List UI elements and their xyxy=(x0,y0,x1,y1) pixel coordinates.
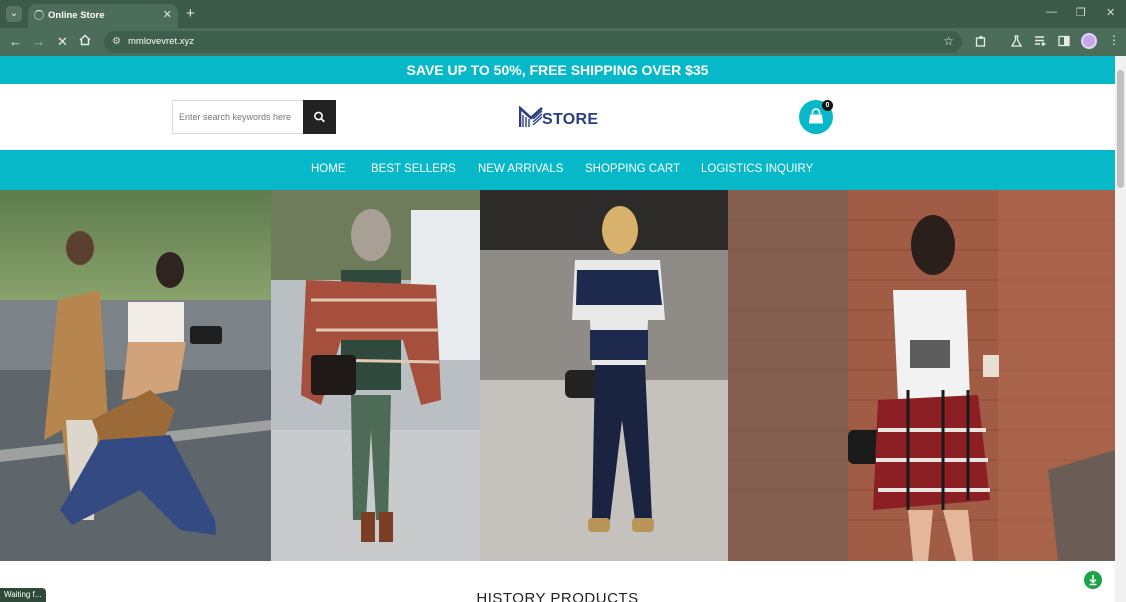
browser-tab-strip: ⌄ Online Store ✕ + — ❐ ✕ xyxy=(0,0,1126,28)
hero-banner[interactable] xyxy=(0,190,1115,561)
search-icon xyxy=(314,111,325,123)
hero-photo-brick-wall xyxy=(728,190,1115,561)
minimize-icon[interactable]: — xyxy=(1046,6,1057,18)
promo-banner: SAVE UP TO 50%, FREE SHIPPING OVER $35 xyxy=(0,56,1115,84)
main-navigation: HOME BEST SELLERS NEW ARRIVALS SHOPPING … xyxy=(0,150,1115,190)
close-icon[interactable]: ✕ xyxy=(163,8,172,21)
nav-item-best-sellers[interactable]: BEST SELLERS xyxy=(371,163,456,175)
back-arrow-icon[interactable]: ← xyxy=(9,34,22,50)
nav-item-home[interactable]: HOME xyxy=(311,163,346,175)
window-close-icon[interactable]: ✕ xyxy=(1106,6,1115,19)
nav-item-new-arrivals[interactable]: NEW ARRIVALS xyxy=(478,163,563,175)
browser-toolbar: ← → ✕ ⚙ mmlovevret.xyz ☆ ⋮ xyxy=(0,28,1126,56)
tab-title: Online Store xyxy=(48,10,105,21)
cart-count-badge: 0 xyxy=(822,100,833,111)
extensions-icon[interactable] xyxy=(975,35,987,50)
logo-text: STORE xyxy=(542,111,599,128)
nav-item-logistics-inquiry[interactable]: LOGISTICS INQUIRY xyxy=(701,163,813,175)
hero-photo-plaid-poncho xyxy=(271,190,480,561)
browser-status-bar: Waiting f... xyxy=(0,588,46,602)
star-icon[interactable]: ☆ xyxy=(943,34,954,48)
site-settings-icon[interactable]: ⚙ xyxy=(112,36,121,47)
loading-spinner-icon xyxy=(34,10,44,20)
side-panel-icon[interactable] xyxy=(1058,35,1070,50)
more-menu-icon[interactable]: ⋮ xyxy=(1108,33,1120,47)
page-scrollbar[interactable] xyxy=(1115,56,1126,602)
browser-tab[interactable]: Online Store ✕ xyxy=(28,4,178,28)
search-input[interactable] xyxy=(173,101,303,133)
nav-item-shopping-cart[interactable]: SHOPPING CART xyxy=(585,163,680,175)
home-icon[interactable] xyxy=(79,34,91,50)
stop-icon[interactable]: ✕ xyxy=(57,34,68,50)
cart-button[interactable]: 0 xyxy=(799,100,833,134)
scrollbar-thumb[interactable] xyxy=(1117,70,1124,188)
logo-mark-icon xyxy=(519,106,543,127)
url-text: mmlovevret.xyz xyxy=(128,36,194,47)
store-logo[interactable]: STORE xyxy=(519,106,599,130)
web-page: SAVE UP TO 50%, FREE SHIPPING OVER $35 S… xyxy=(0,56,1115,602)
tab-search-icon[interactable]: ⌄ xyxy=(6,6,22,22)
search-button[interactable] xyxy=(303,100,336,134)
restore-icon[interactable]: ❐ xyxy=(1076,6,1086,19)
history-products-heading: HISTORY PRODUCTS xyxy=(476,590,639,602)
forward-arrow-icon[interactable]: → xyxy=(32,34,45,50)
avatar[interactable] xyxy=(1081,33,1097,49)
plus-icon[interactable]: + xyxy=(186,5,195,22)
search-box xyxy=(172,100,336,134)
labs-icon[interactable] xyxy=(1010,35,1023,50)
hero-photo-striped-top xyxy=(480,190,728,561)
reading-list-icon[interactable] xyxy=(1034,35,1047,50)
address-bar[interactable]: ⚙ mmlovevret.xyz ☆ xyxy=(104,31,962,53)
hero-photo-street-walk xyxy=(0,190,271,561)
chat-icon[interactable] xyxy=(1084,571,1102,589)
site-header: STORE 0 xyxy=(0,84,1115,150)
